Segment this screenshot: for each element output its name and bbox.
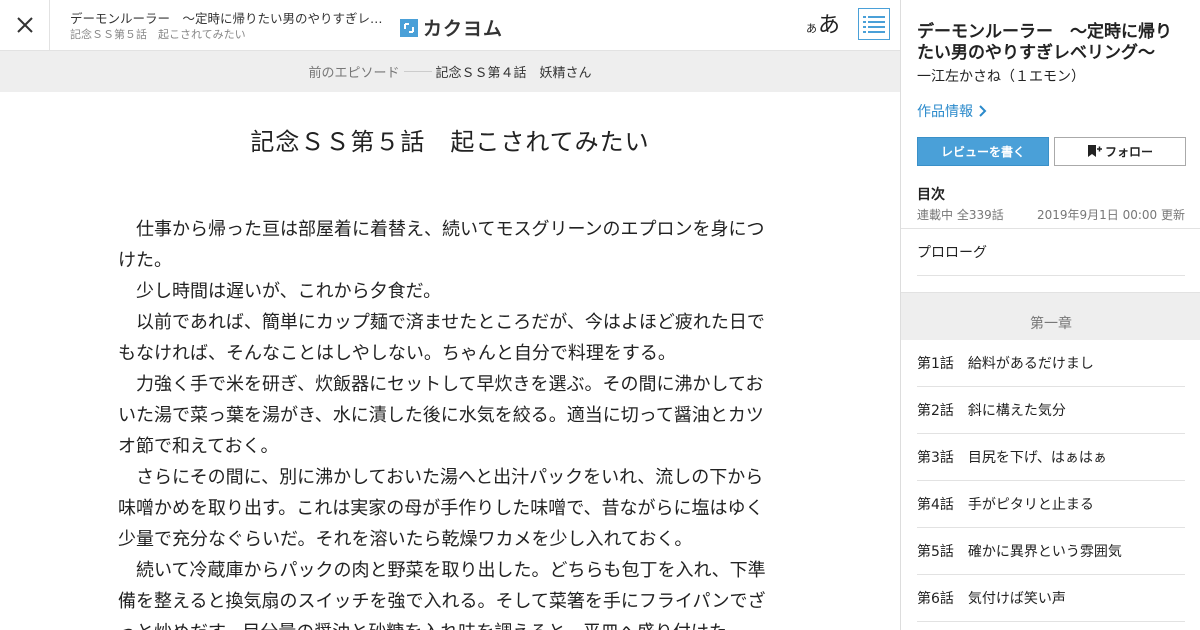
episode-title: 記念ＳＳ第５話 起こされてみたい (250, 128, 650, 156)
work-info-link[interactable]: 作品情報 (917, 101, 989, 121)
toc-heading: 目次 (917, 187, 945, 203)
body-paragraph: さらにその間に、別に沸かしておいた湯へと出汁パックをいれ、流しの下から味噌かめを… (118, 467, 764, 550)
toc-list: プロローグ 第一章 第1話 給料があるだけまし 第2話 斜に構えた気分 第3話 … (901, 228, 1200, 622)
sidebar-work-title[interactable]: デーモンルーラー ～定時に帰りたい男のやりすぎレベリング～ (917, 22, 1187, 64)
logo-mark-icon (400, 18, 418, 37)
body-paragraph: 続いて冷蔵庫からパックの肉と野菜を取り出した。どちらも包丁を入れ、下準備を整える… (118, 560, 766, 630)
header-titles: デーモンルーラー ～定時に帰りたい男のやりすぎレベリング～ 記念ＳＳ第５話 起こ… (70, 10, 390, 43)
logo-text: カクヨム (423, 18, 504, 40)
font-size-button[interactable]: あ あ (806, 8, 840, 42)
body-paragraph: 力強く手で米を研ぎ、炊飯器にセットして早炊きを選ぶ。その間に沸かしておいた湯で菜… (118, 374, 764, 457)
close-icon (16, 17, 33, 33)
toc-list-icon (863, 16, 885, 33)
work-title-link[interactable]: デーモンルーラー ～定時に帰りたい男のやりすぎレベリング～ (70, 10, 390, 27)
prev-episode-label: 前のエピソード (308, 66, 400, 81)
toc-item-episode[interactable]: 第6話 気付けば笑い声 (917, 575, 1185, 622)
font-large-glyph: あ (818, 13, 841, 38)
toc-gap (901, 276, 1200, 292)
font-small-glyph: あ (806, 22, 817, 35)
chapter-heading: 第一章 (901, 292, 1200, 340)
episode-subtitle: 記念ＳＳ第５話 起こされてみたい (70, 28, 246, 41)
close-button[interactable] (0, 0, 50, 50)
prev-divider (403, 71, 432, 72)
episode-body: 仕事から帰った亘は部屋着に着替え、続いてモスグリーンのエプロンを身につけた。 少… (118, 214, 768, 630)
kakuyomu-logo[interactable]: カクヨム (400, 14, 503, 41)
work-info-label: 作品情報 (917, 104, 973, 120)
toc-item-episode[interactable]: 第3話 目尻を下げ、はぁはぁ (917, 434, 1185, 481)
toc-item-episode[interactable]: 第1話 給料があるだけまし (917, 340, 1185, 387)
body-paragraph: 少し時間は遅いが、これから夕食だ。 (118, 281, 442, 302)
write-review-button[interactable]: レビューを書く (917, 137, 1049, 166)
reader-main: デーモンルーラー ～定時に帰りたい男のやりすぎレベリング～ 記念ＳＳ第５話 起こ… (0, 0, 900, 630)
bookmark-plus-icon (1087, 145, 1102, 157)
toc-toggle-button[interactable] (858, 8, 890, 40)
toc-item-episode[interactable]: 第5話 確かに異界という雰囲気 (917, 528, 1185, 575)
toc-sidebar: デーモンルーラー ～定時に帰りたい男のやりすぎレベリング～ 一江左かさね（１エモ… (900, 0, 1200, 630)
follow-label: フォロー (1104, 145, 1153, 159)
prev-episode-link[interactable]: 前のエピソード 記念ＳＳ第４話 妖精さん (0, 51, 900, 92)
chevron-right-icon (979, 105, 987, 117)
toc-item-prologue[interactable]: プロローグ (917, 229, 1185, 276)
body-paragraph: 仕事から帰った亘は部屋着に着替え、続いてモスグリーンのエプロンを身につけた。 (118, 219, 765, 271)
follow-button[interactable]: フォロー (1054, 137, 1186, 166)
serial-status: 連載中 全339話 (917, 208, 1004, 222)
prev-episode-title: 記念ＳＳ第４話 妖精さん (435, 66, 592, 81)
reader-header: デーモンルーラー ～定時に帰りたい男のやりすぎレベリング～ 記念ＳＳ第５話 起こ… (0, 0, 900, 51)
sidebar-author[interactable]: 一江左かさね（１エモン） (917, 66, 1085, 86)
body-paragraph: 以前であれば、簡単にカップ麺で済ませたところだが、今はよほど疲れた日でもなければ… (118, 312, 765, 364)
last-updated: 2019年9月1日 00:00 更新 (1036, 208, 1185, 222)
toc-item-episode[interactable]: 第4話 手がピタリと止まる (917, 481, 1185, 528)
toc-item-episode[interactable]: 第2話 斜に構えた気分 (917, 387, 1185, 434)
